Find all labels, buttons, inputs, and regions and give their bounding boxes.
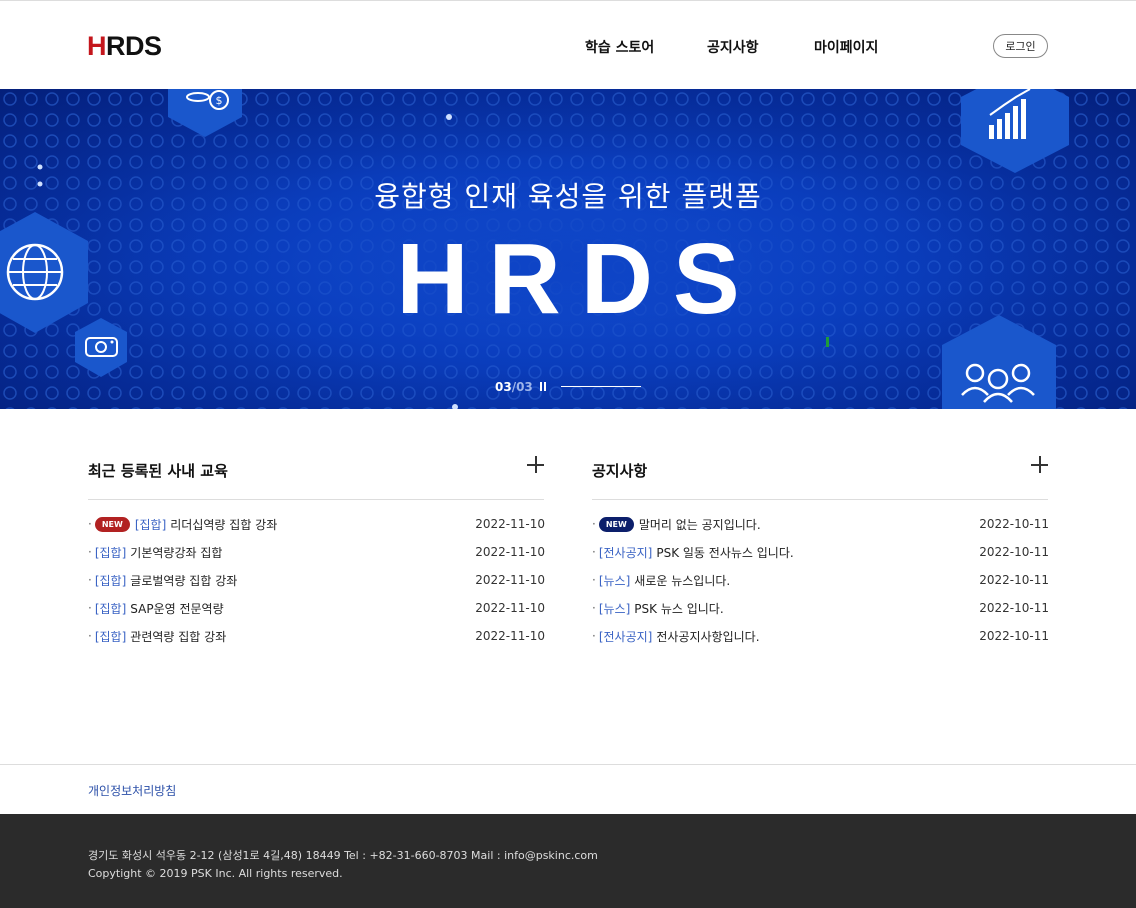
item-date: 2022-11-10 xyxy=(475,573,545,587)
item-date: 2022-10-11 xyxy=(979,545,1049,559)
login-button[interactable]: 로그인 xyxy=(993,34,1048,58)
item-date: 2022-11-10 xyxy=(475,517,545,531)
item-category: [집합] xyxy=(94,573,127,588)
education-divider xyxy=(88,499,544,500)
notice-heading: 공지사항 xyxy=(592,462,648,480)
list-item[interactable]: · NEW 말머리 없는 공지입니다. 2022-10-11 xyxy=(592,510,1049,538)
item-title: SAP운영 전문역량 xyxy=(130,601,224,616)
bullet: · xyxy=(88,629,92,643)
footer-info: 경기도 화성시 석우동 2-12 (삼성1로 4길,48) 18449 Tel … xyxy=(0,814,1136,908)
slide-pause-button[interactable] xyxy=(538,381,548,393)
list-item[interactable]: · [집합] 기본역량강좌 집합 2022-11-10 xyxy=(88,538,545,566)
item-title: 새로운 뉴스입니다. xyxy=(634,573,731,588)
bullet: · xyxy=(592,545,596,559)
item-category: [집합] xyxy=(94,545,127,560)
education-list: · NEW [집합] 리더십역량 집합 강좌 2022-11-10 · [집합]… xyxy=(88,510,545,650)
list-item[interactable]: · [뉴스] PSK 뉴스 입니다. 2022-10-11 xyxy=(592,594,1049,622)
item-date: 2022-10-11 xyxy=(979,629,1049,643)
slide-counter: 03/03 xyxy=(495,380,533,394)
svg-text:$: $ xyxy=(216,94,223,107)
bullet: · xyxy=(88,517,92,531)
item-title: 글로벌역량 집합 강좌 xyxy=(130,573,238,588)
item-title: PSK 일동 전사뉴스 입니다. xyxy=(656,545,794,560)
item-date: 2022-10-11 xyxy=(979,517,1049,531)
footer-copyright: Copytight © 2019 PSK Inc. All rights res… xyxy=(88,867,343,880)
item-category: [전사공지] xyxy=(598,629,653,644)
notice-list: · NEW 말머리 없는 공지입니다. 2022-10-11 · [전사공지] … xyxy=(592,510,1049,650)
item-date: 2022-10-11 xyxy=(979,573,1049,587)
item-category: [집합] xyxy=(134,517,167,532)
item-title: 전사공지사항입니다. xyxy=(656,629,760,644)
list-item[interactable]: · [집합] SAP운영 전문역량 2022-11-10 xyxy=(88,594,545,622)
item-category: [뉴스] xyxy=(598,601,631,616)
banner-subtitle: 융합형 인재 육성을 위한 플랫폼 xyxy=(374,180,762,213)
item-title: 말머리 없는 공지입니다. xyxy=(638,517,761,532)
site-header: HRDS 학습 스토어 공지사항 마이페이지 로그인 xyxy=(0,0,1136,89)
notice-divider xyxy=(592,499,1048,500)
bullet: · xyxy=(88,601,92,615)
item-title: 기본역량강좌 집합 xyxy=(130,545,223,560)
item-date: 2022-11-10 xyxy=(475,601,545,615)
bullet: · xyxy=(592,601,596,615)
list-item[interactable]: · [뉴스] 새로운 뉴스입니다. 2022-10-11 xyxy=(592,566,1049,594)
hrds-logo[interactable]: HRDS xyxy=(87,31,162,61)
item-category: [전사공지] xyxy=(598,545,653,560)
nav-learning-store[interactable]: 학습 스토어 xyxy=(585,37,654,57)
nav-mypage[interactable]: 마이페이지 xyxy=(814,37,878,57)
notice-more-button[interactable] xyxy=(1031,456,1049,474)
slide-total: /03 xyxy=(511,380,533,394)
footer-links: 개인정보처리방침 xyxy=(0,764,1136,814)
new-badge: NEW xyxy=(94,516,130,532)
nav-notice[interactable]: 공지사항 xyxy=(707,37,759,57)
logo-letter-h: H xyxy=(87,31,107,61)
item-title: 관련역량 집합 강좌 xyxy=(130,629,227,644)
education-more-button[interactable] xyxy=(527,456,545,474)
list-item[interactable]: · [전사공지] 전사공지사항입니다. 2022-10-11 xyxy=(592,622,1049,650)
bullet: · xyxy=(592,629,596,643)
item-date: 2022-10-11 xyxy=(979,601,1049,615)
item-title: PSK 뉴스 입니다. xyxy=(634,601,724,616)
item-title: 리더십역량 집합 강좌 xyxy=(170,517,278,532)
list-item[interactable]: · NEW [집합] 리더십역량 집합 강좌 2022-11-10 xyxy=(88,510,545,538)
slide-progress-line xyxy=(561,386,641,387)
banner-title: HRDS xyxy=(396,223,760,335)
slide-current: 03 xyxy=(495,380,512,394)
bullet: · xyxy=(592,573,596,587)
bullet: · xyxy=(88,545,92,559)
footer-address: 경기도 화성시 석우동 2-12 (삼성1로 4길,48) 18449 Tel … xyxy=(88,849,598,862)
hero-banner: $ 융합형 인재 육성을 위한 플랫폼 HRDS 03/03 xyxy=(0,89,1136,409)
item-category: [집합] xyxy=(94,601,127,616)
new-badge: NEW xyxy=(598,516,634,532)
list-item[interactable]: · [집합] 관련역량 집합 강좌 2022-11-10 xyxy=(88,622,545,650)
item-date: 2022-11-10 xyxy=(475,545,545,559)
item-category: [집합] xyxy=(94,629,127,644)
bullet: · xyxy=(592,517,596,531)
logo-letters: RDS xyxy=(106,31,162,61)
education-heading: 최근 등록된 사내 교육 xyxy=(88,462,228,480)
item-date: 2022-11-10 xyxy=(475,629,545,643)
privacy-policy-link[interactable]: 개인정보처리방침 xyxy=(88,782,176,799)
item-category: [뉴스] xyxy=(598,573,631,588)
list-item[interactable]: · [집합] 글로벌역량 집합 강좌 2022-11-10 xyxy=(88,566,545,594)
list-item[interactable]: · [전사공지] PSK 일동 전사뉴스 입니다. 2022-10-11 xyxy=(592,538,1049,566)
bullet: · xyxy=(88,573,92,587)
